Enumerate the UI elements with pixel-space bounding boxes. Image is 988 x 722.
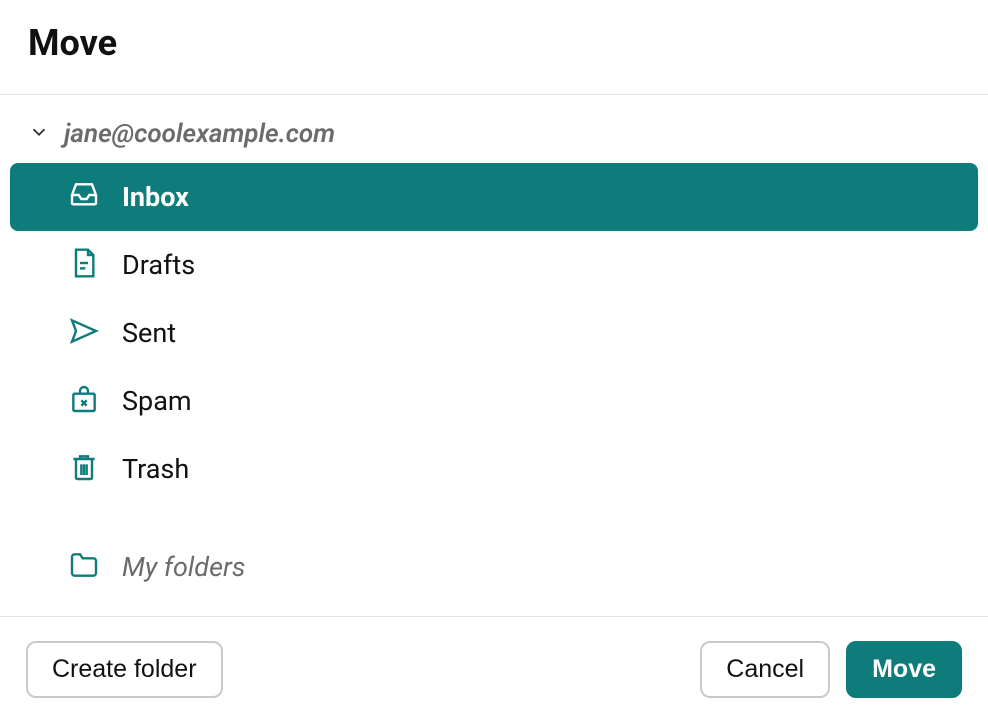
folder-item-trash[interactable]: Trash [10,435,978,503]
folder-icon [68,549,100,585]
folder-label: Spam [122,385,192,417]
folder-label: Trash [122,453,189,485]
trash-icon [68,451,100,487]
dialog-title: Move [28,22,960,64]
chevron-down-icon [28,121,50,147]
folder-item-inbox[interactable]: Inbox [10,163,978,231]
folder-label: Inbox [122,181,189,213]
account-email: jane@coolexample.com [64,119,335,149]
folder-label: My folders [122,551,245,583]
folder-list: Inbox Drafts [0,163,988,601]
inbox-icon [68,179,100,215]
folder-item-spam[interactable]: Spam [10,367,978,435]
folder-label: Drafts [122,249,195,281]
document-icon [68,247,100,283]
spam-icon [68,383,100,419]
dialog-footer: Create folder Cancel Move [0,617,988,722]
folder-item-sent[interactable]: Sent [10,299,978,367]
folder-item-drafts[interactable]: Drafts [10,231,978,299]
cancel-button[interactable]: Cancel [700,641,830,698]
move-button[interactable]: Move [846,641,962,698]
send-icon [68,315,100,351]
dialog-body: jane@coolexample.com Inbox [0,95,988,616]
dialog-header: Move [0,0,988,94]
move-dialog: Move jane@coolexample.com Inbox [0,0,988,722]
account-toggle[interactable]: jane@coolexample.com [0,105,988,163]
folder-label: Sent [122,317,176,349]
create-folder-button[interactable]: Create folder [26,641,223,698]
folder-item-my-folders[interactable]: My folders [10,533,978,601]
